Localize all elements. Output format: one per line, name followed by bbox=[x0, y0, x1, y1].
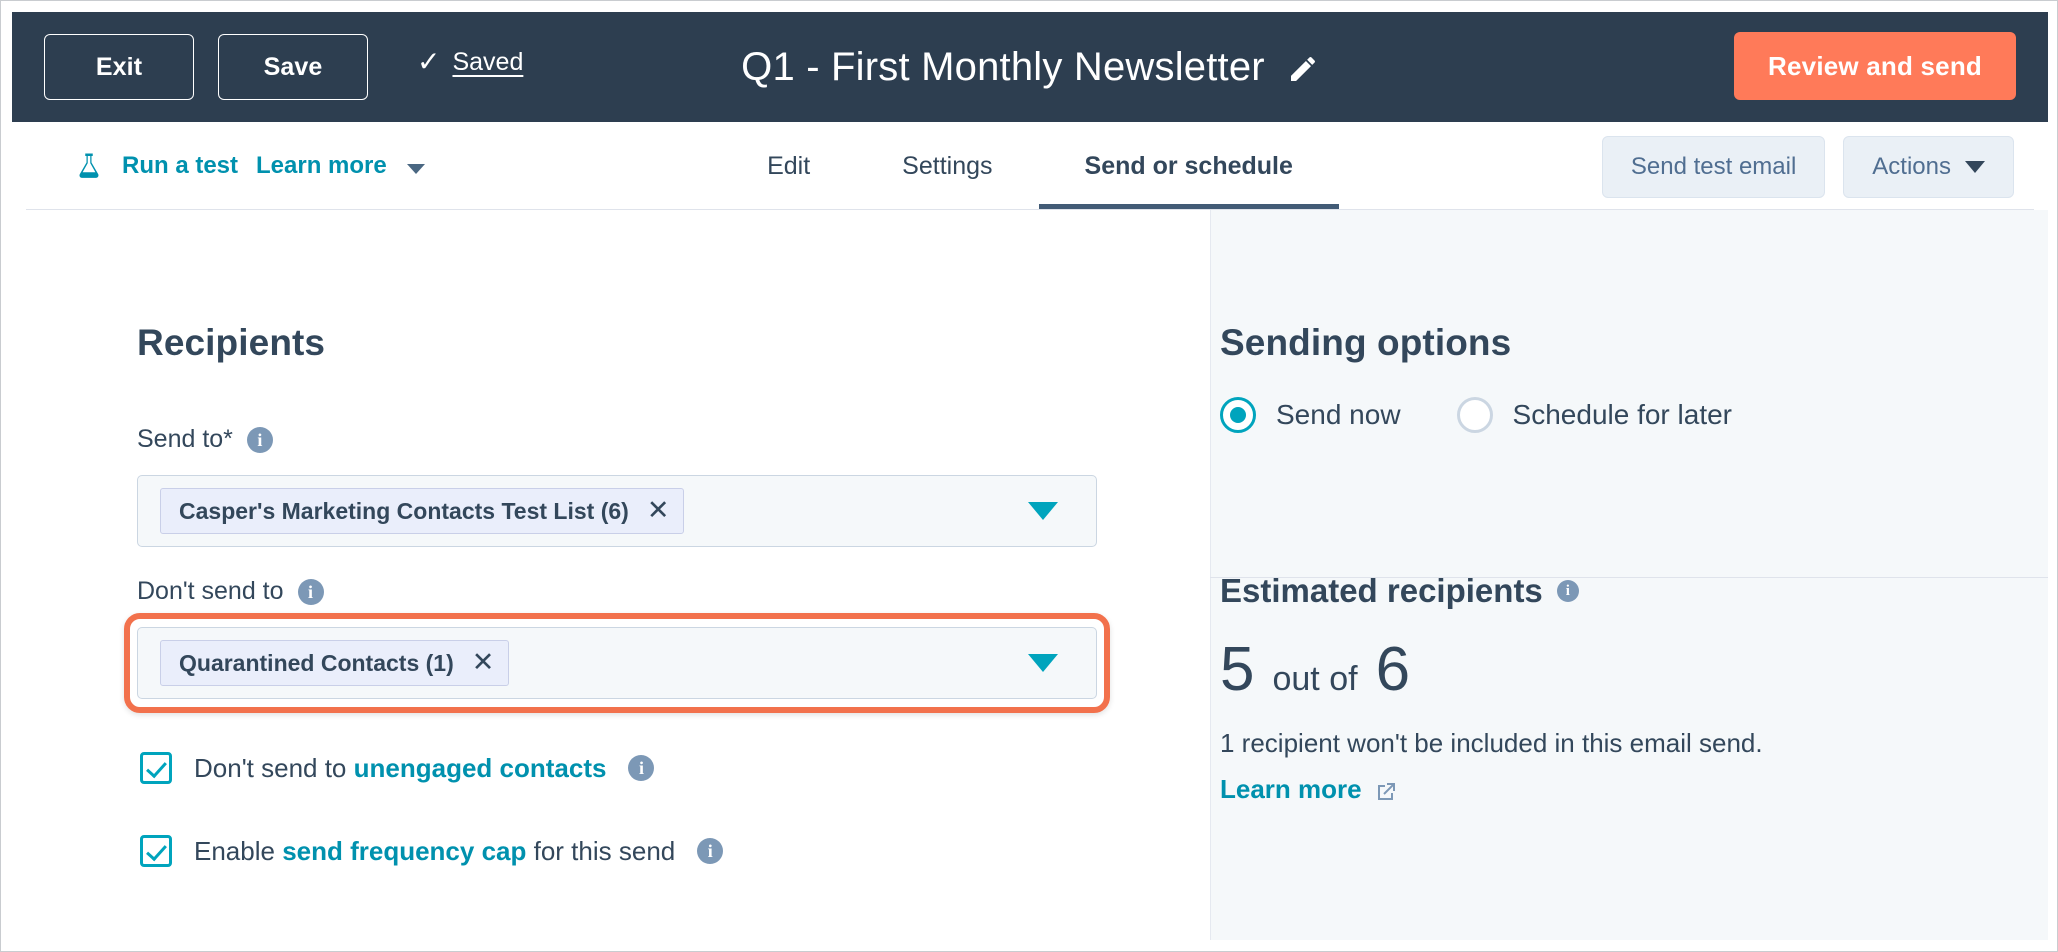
radio-option-schedule-for-later[interactable]: Schedule for later bbox=[1456, 397, 1733, 433]
estimated-count: 5 bbox=[1220, 635, 1255, 704]
chevron-down-icon[interactable] bbox=[1028, 654, 1058, 672]
estimated-recipients-figure: 5 out of 6 bbox=[1220, 634, 1410, 705]
checkbox-icon[interactable] bbox=[140, 752, 172, 784]
tab-edit[interactable]: Edit bbox=[721, 122, 856, 210]
saved-status[interactable]: ✓ Saved bbox=[417, 45, 523, 77]
dont-send-to-label-row: Don't send to i bbox=[137, 577, 324, 606]
checkbox-icon[interactable] bbox=[140, 835, 172, 867]
send-to-label: Send to* bbox=[137, 425, 233, 453]
send-frequency-cap-checkbox-row[interactable]: Enable send frequency cap for this send … bbox=[140, 835, 724, 867]
unengaged-contacts-link[interactable]: unengaged contacts bbox=[354, 753, 607, 783]
save-button[interactable]: Save bbox=[218, 34, 368, 100]
radio-icon[interactable] bbox=[1220, 397, 1256, 433]
label-suffix: for this send bbox=[526, 835, 676, 866]
info-icon[interactable]: i bbox=[297, 578, 324, 605]
send-to-select[interactable]: Casper's Marketing Contacts Test List (6… bbox=[137, 475, 1097, 547]
learn-more-external-link[interactable]: Learn more bbox=[1220, 774, 1398, 805]
estimated-total: 6 bbox=[1375, 635, 1411, 704]
send-to-label-row: Send to* i bbox=[137, 425, 273, 454]
label-prefix: Don't send to bbox=[194, 752, 354, 783]
send-to-token-label: Casper's Marketing Contacts Test List (6… bbox=[179, 497, 629, 524]
estimated-recipients-note: 1 recipient won't be included in this em… bbox=[1220, 728, 1763, 758]
check-icon: ✓ bbox=[417, 45, 441, 77]
sending-options-heading: Sending options bbox=[1220, 322, 1512, 363]
info-icon[interactable]: i bbox=[1556, 580, 1579, 602]
review-and-send-button[interactable]: Review and send bbox=[1734, 32, 2016, 100]
external-link-icon bbox=[1377, 782, 1395, 800]
chevron-down-icon[interactable] bbox=[1028, 502, 1058, 520]
chevron-down-icon bbox=[1965, 161, 1985, 173]
close-icon[interactable]: ✕ bbox=[472, 648, 495, 676]
pencil-icon[interactable] bbox=[1287, 53, 1319, 85]
info-icon[interactable]: i bbox=[697, 838, 724, 864]
send-to-token: Casper's Marketing Contacts Test List (6… bbox=[160, 488, 685, 534]
out-of-label: out of bbox=[1272, 660, 1358, 698]
radio-label-send-now: Send now bbox=[1276, 399, 1401, 430]
info-icon[interactable]: i bbox=[246, 426, 273, 453]
dont-send-to-label: Don't send to bbox=[137, 577, 284, 605]
recipients-heading: Recipients bbox=[137, 322, 326, 363]
close-icon[interactable]: ✕ bbox=[647, 496, 670, 524]
saved-link-label[interactable]: Saved bbox=[452, 48, 523, 77]
sending-options-radio-group: Send now Schedule for later bbox=[1220, 397, 1732, 433]
app-window: Exit Save ✓ Saved Q1 - First Monthly New… bbox=[0, 0, 2058, 952]
label-prefix: Enable bbox=[194, 835, 283, 866]
unengaged-contacts-checkbox-row[interactable]: Don't send to unengaged contacts i bbox=[140, 752, 655, 784]
send-test-email-button[interactable]: Send test email bbox=[1601, 136, 1826, 198]
learn-more-label: Learn more bbox=[1220, 774, 1362, 804]
tab-settings[interactable]: Settings bbox=[856, 122, 1038, 210]
exit-button[interactable]: Exit bbox=[44, 34, 194, 100]
tab-send-or-schedule[interactable]: Send or schedule bbox=[1038, 122, 1340, 210]
dont-send-to-select[interactable]: Quarantined Contacts (1) ✕ bbox=[137, 627, 1097, 699]
send-frequency-cap-label: Enable send frequency cap for this send bbox=[194, 836, 675, 867]
radio-icon[interactable] bbox=[1456, 397, 1493, 433]
top-toolbar: Exit Save ✓ Saved Q1 - First Monthly New… bbox=[12, 12, 2048, 122]
page-title: Q1 - First Monthly Newsletter bbox=[741, 44, 1265, 89]
estimated-recipients-heading: Estimated recipients bbox=[1220, 572, 1543, 609]
content-area bbox=[12, 210, 2048, 940]
actions-button-label: Actions bbox=[1872, 153, 1951, 180]
info-icon[interactable]: i bbox=[628, 755, 655, 781]
navbar-right-group: Send test email Actions bbox=[1601, 136, 2014, 198]
dont-send-to-token: Quarantined Contacts (1) ✕ bbox=[160, 640, 510, 686]
dont-send-to-token-label: Quarantined Contacts (1) bbox=[179, 649, 454, 676]
radio-option-send-now[interactable]: Send now bbox=[1220, 397, 1401, 433]
send-frequency-cap-link[interactable]: send frequency cap bbox=[282, 836, 526, 866]
unengaged-contacts-label: Don't send to unengaged contacts bbox=[194, 753, 606, 784]
secondary-navbar: Run a test Learn more Edit Settings Send… bbox=[12, 122, 2048, 210]
radio-label-schedule-for-later: Schedule for later bbox=[1512, 399, 1733, 430]
actions-button[interactable]: Actions bbox=[1843, 136, 2014, 198]
estimated-recipients-heading-row: Estimated recipients i bbox=[1220, 572, 1579, 610]
app-frame: Exit Save ✓ Saved Q1 - First Monthly New… bbox=[12, 12, 2048, 940]
recipients-panel bbox=[12, 210, 1210, 940]
